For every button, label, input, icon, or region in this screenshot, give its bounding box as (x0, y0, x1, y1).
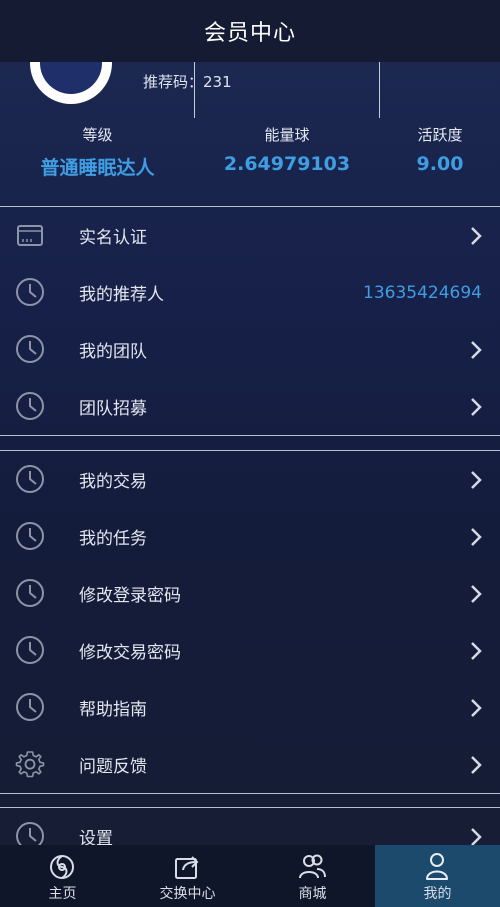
menu-item-label: 我的推荐人 (79, 285, 164, 305)
tab-label: 商城 (298, 886, 327, 902)
menu-item-help-guide[interactable]: 帮助指南 (0, 679, 500, 736)
clock-icon (16, 465, 44, 493)
chevron-right-icon (471, 397, 482, 416)
profile-area: 推荐码：231 等级 普通睡眠达人 能量球 2.64979103 活跃度 9.0… (0, 32, 500, 206)
menu-item-my-tasks[interactable]: 我的任务 (0, 508, 500, 565)
menu-item-my-team[interactable]: 我的团队 (0, 321, 500, 378)
menu-item-referrer[interactable]: 我的推荐人 13635424694 (0, 264, 500, 321)
tab-home[interactable]: 主页 (0, 845, 125, 907)
user-icon (426, 853, 448, 880)
stat-activity: 活跃度 9.00 (382, 124, 498, 175)
share-icon (175, 856, 199, 879)
stats-divider (379, 62, 380, 118)
clock-icon (16, 392, 44, 420)
stat-level: 等级 普通睡眠达人 (20, 124, 175, 180)
header-bar: 会员中心 (0, 0, 500, 62)
stat-activity-value: 9.00 (416, 153, 464, 175)
page-title: 会员中心 (203, 21, 296, 46)
tab-label: 我的 (423, 886, 452, 902)
menu-item-my-trades[interactable]: 我的交易 (0, 451, 500, 508)
menu-section-account: 实名认证 我的推荐人 13635424694 我的团队 团队招募 (0, 206, 500, 436)
stat-energy-value: 2.64979103 (223, 153, 351, 175)
clock-icon (16, 579, 44, 607)
menu-item-real-name[interactable]: 实名认证 (0, 207, 500, 264)
chevron-right-icon (471, 527, 482, 546)
referrer-phone: 13635424694 (363, 282, 482, 303)
stats-row: 等级 普通睡眠达人 能量球 2.64979103 活跃度 9.00 (0, 124, 500, 186)
bottom-tab-bar: 主页 交换中心 商城 我的 (0, 845, 500, 907)
tab-label: 交换中心 (159, 886, 216, 902)
stat-level-value: 普通睡眠达人 (40, 157, 155, 179)
menu-item-change-login-password[interactable]: 修改登录密码 (0, 565, 500, 622)
stat-level-label: 等级 (82, 126, 113, 144)
menu-item-label: 帮助指南 (79, 700, 147, 720)
menu-item-team-recruit[interactable]: 团队招募 (0, 378, 500, 435)
menu-item-label: 团队招募 (79, 399, 147, 419)
stat-activity-label: 活跃度 (417, 126, 463, 144)
chevron-right-icon (471, 584, 482, 603)
home-swirl-icon (50, 855, 74, 879)
chevron-right-icon (471, 755, 482, 774)
clock-icon (16, 636, 44, 664)
menu-item-feedback[interactable]: 问题反馈 (0, 736, 500, 793)
tab-mine[interactable]: 我的 (375, 845, 500, 907)
chevron-right-icon (471, 470, 482, 489)
stat-energy: 能量球 2.64979103 (196, 124, 378, 175)
chevron-right-icon (471, 340, 482, 359)
menu-item-label: 实名认证 (79, 228, 147, 248)
stat-energy-label: 能量球 (264, 126, 310, 144)
chevron-right-icon (471, 641, 482, 660)
referral-code: 推荐码：231 (143, 71, 232, 92)
menu-item-label: 我的任务 (79, 529, 147, 549)
chevron-right-icon (471, 827, 482, 846)
clock-icon (16, 335, 44, 363)
menu-item-label: 修改交易密码 (79, 643, 181, 663)
referral-value: 231 (203, 73, 232, 91)
gear-icon (15, 751, 45, 778)
menu-item-label: 我的团队 (79, 342, 147, 362)
clock-icon (16, 693, 44, 721)
users-icon (299, 854, 326, 879)
tab-label: 主页 (48, 886, 77, 902)
tab-mall[interactable]: 商城 (250, 845, 375, 907)
stats-divider (194, 62, 195, 118)
menu-item-label: 修改登录密码 (79, 586, 181, 606)
id-card-icon (17, 225, 43, 246)
app-root: 会员中心 推荐码：231 等级 普通睡眠达人 能量球 2.64979103 活跃… (0, 0, 500, 907)
tab-exchange[interactable]: 交换中心 (125, 845, 250, 907)
clock-icon (16, 522, 44, 550)
menu-item-label: 我的交易 (79, 472, 147, 492)
menu-section-transactions: 我的交易 我的任务 修改登录密码 修改交易密码 帮助指南 问题反馈 (0, 450, 500, 794)
menu-item-change-trade-password[interactable]: 修改交易密码 (0, 622, 500, 679)
chevron-right-icon (471, 226, 482, 245)
chevron-right-icon (471, 698, 482, 717)
menu-item-label: 问题反馈 (79, 757, 147, 777)
clock-icon (16, 278, 44, 306)
